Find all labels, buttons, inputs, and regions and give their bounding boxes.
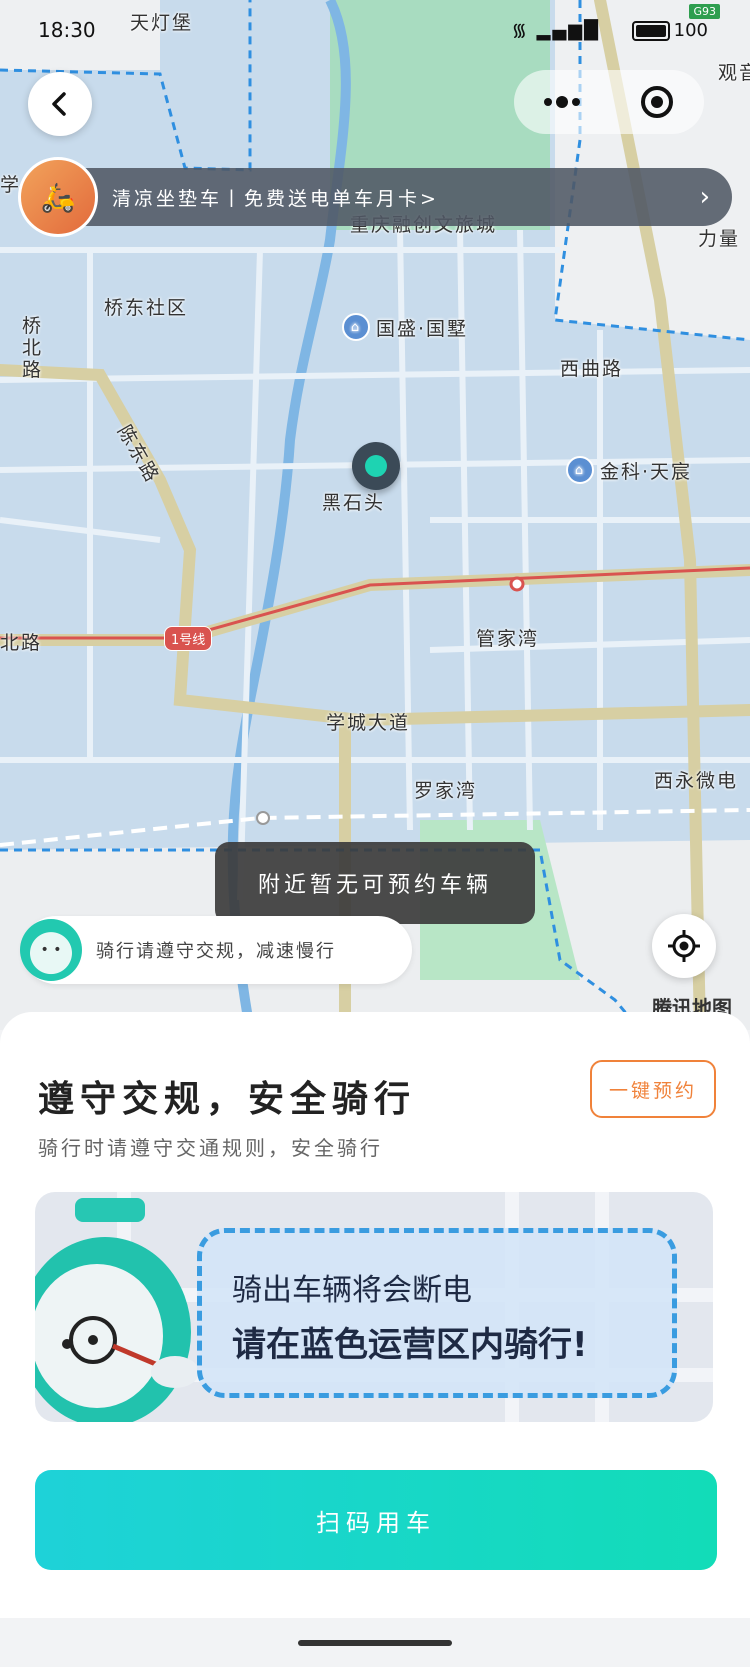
- miniprogram-capsule: [514, 70, 704, 134]
- back-button[interactable]: [28, 72, 92, 136]
- crosshair-icon: [668, 930, 700, 962]
- map-label-guanjiawan: 管家湾: [476, 628, 540, 650]
- poi-label: 国盛·国墅: [376, 317, 469, 340]
- banner-text: 清凉坐垫车丨免费送电单车月卡>: [112, 187, 439, 210]
- map-label-xishe-road: 西曲路: [560, 358, 624, 380]
- bottom-panel: 遵守交规，安全骑行 骑行时请遵守交通规则，安全骑行 一键预约 骑出车辆将会断电 …: [0, 1012, 750, 1618]
- map-label-xuecheng-avenue: 学城大道: [326, 712, 411, 734]
- map-label-heishitou: 黑石头: [322, 492, 386, 514]
- scooter-avatar: 🛵: [18, 157, 98, 237]
- one-click-reserve-button[interactable]: 一键预约: [590, 1060, 716, 1118]
- mascot-icon: • •: [20, 919, 82, 981]
- more-menu-button[interactable]: [532, 82, 592, 122]
- map-label-qiaodong-community: 桥东社区: [104, 297, 189, 319]
- promo-banner[interactable]: 🛵 清凉坐垫车丨免费送电单车月卡> ›: [18, 157, 732, 237]
- hint-text: 骑行请遵守交规，减速慢行: [96, 941, 336, 962]
- map-label-luojiawan: 罗家湾: [414, 780, 478, 802]
- operating-zone-card: 骑出车辆将会断电 请在蓝色运营区内骑行!: [35, 1192, 713, 1422]
- map-poi-jinke[interactable]: ⌂ 金科·天宸: [566, 456, 692, 484]
- locate-button[interactable]: [652, 914, 716, 978]
- battery-level: 100: [673, 20, 708, 41]
- current-position-marker: [352, 442, 400, 490]
- home-icon: ⌂: [342, 313, 370, 341]
- map-label-tiandengbao: 天灯堡: [130, 12, 194, 34]
- operating-zone-box: 骑出车辆将会断电 请在蓝色运营区内骑行!: [197, 1228, 677, 1398]
- zone-warning-line: 骑出车辆将会断电: [232, 1273, 472, 1308]
- scan-to-ride-button[interactable]: 扫码用车: [35, 1470, 717, 1570]
- safety-hint: • • 骑行请遵守交规，减速慢行: [20, 916, 412, 984]
- metro-line-badge: 1号线: [164, 626, 213, 651]
- battery-status: 100: [631, 20, 708, 41]
- chevron-left-icon: [52, 92, 66, 116]
- map-poi-guosheng[interactable]: ⌂ 国盛·国墅: [342, 313, 468, 341]
- battery-icon: [631, 21, 670, 41]
- panel-subtitle: 骑行时请遵守交通规则，安全骑行: [38, 1136, 383, 1160]
- more-dots-icon: [543, 96, 580, 108]
- zone-instruction-line: 请在蓝色运营区内骑行!: [232, 1325, 588, 1365]
- close-miniprogram-button[interactable]: [627, 82, 687, 122]
- map-label-xiyong: 西永微电: [654, 770, 739, 792]
- road-badge: G93: [689, 4, 720, 19]
- status-time: 18:30: [38, 18, 96, 42]
- map-label-qiaobei-road: 桥北路: [22, 315, 44, 381]
- poi-label: 金科·天宸: [600, 460, 693, 483]
- map-label-beilu: 北路: [0, 632, 43, 654]
- map-label-guanjian: 观音: [718, 62, 750, 84]
- home-icon: ⌂: [566, 456, 594, 484]
- target-circle-icon: [640, 86, 673, 118]
- toast-message: 附近暂无可预约车辆: [215, 842, 535, 924]
- mascot-magnifier-icon: [35, 1198, 199, 1422]
- home-indicator: [298, 1640, 452, 1646]
- panel-title: 遵守交规，安全骑行: [38, 1079, 417, 1120]
- signal-icon: ᯾ ▂▄▆█: [511, 20, 600, 41]
- map-label-liliang: 力量: [698, 228, 741, 250]
- chevron-right-icon: ›: [699, 182, 710, 212]
